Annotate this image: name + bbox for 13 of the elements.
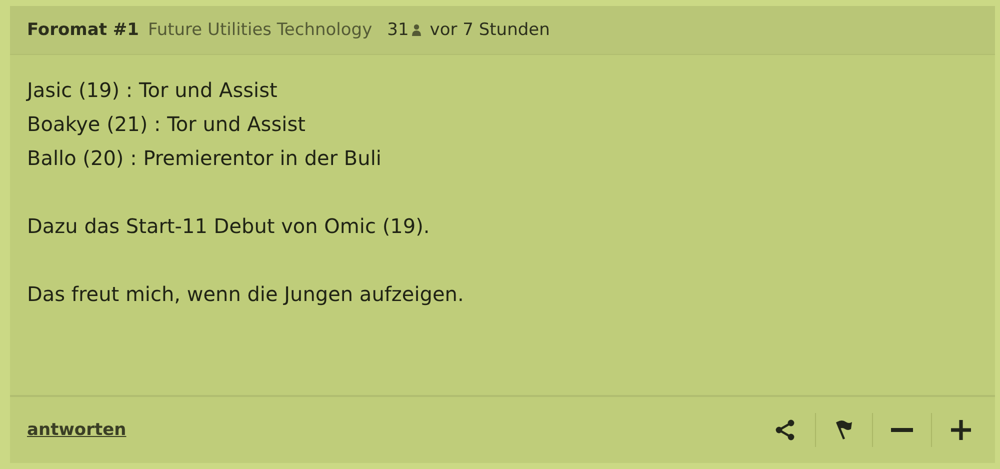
comment-paragraph: Jasic (19) : Tor und Assist Boakye (21) : Tor und Assist Ballo (20) : Premierentor in der Buli — [27, 77, 382, 172]
author-name: Foromat #1 — [27, 20, 139, 40]
comment-paragraph: Dazu das Start-11 Debut von Omic (19). — [27, 213, 431, 240]
user-count: 31 — [387, 20, 409, 40]
timestamp: vor 7 Stunden — [430, 20, 550, 40]
share-icon — [773, 418, 797, 442]
minus-icon — [891, 428, 913, 432]
person-icon — [412, 24, 421, 36]
flag-icon — [834, 418, 854, 442]
reply-link[interactable]: antworten — [27, 420, 126, 440]
comment-paragraph: Das freut mich, wenn die Jungen aufzeigen. — [27, 281, 465, 308]
plus-icon — [950, 418, 974, 442]
community-name: Future Utilities Technology — [148, 20, 372, 40]
